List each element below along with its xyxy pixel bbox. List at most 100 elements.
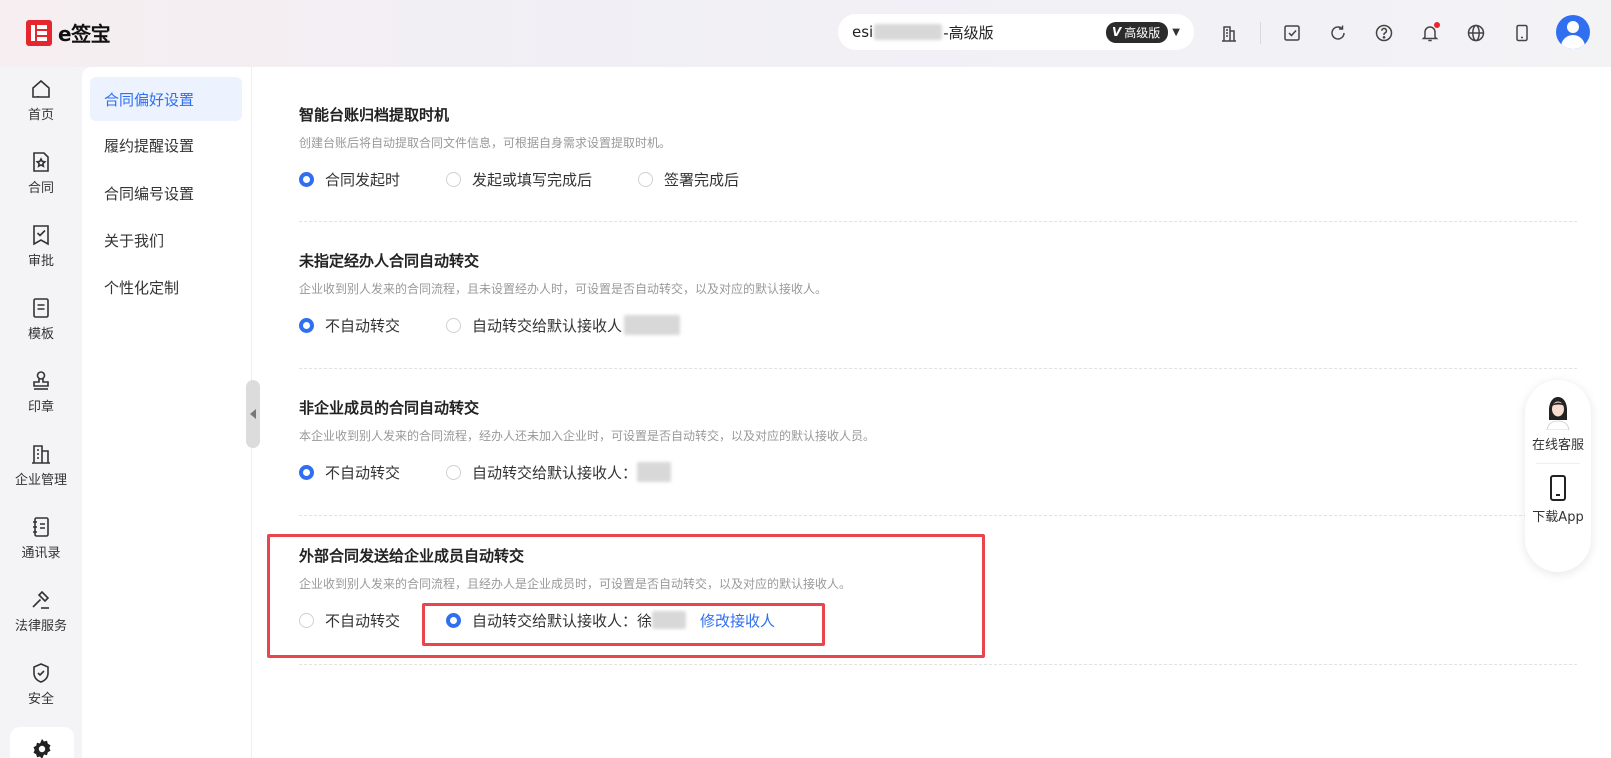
nav-label: 合同 bbox=[27, 181, 54, 196]
nav-item-seal[interactable]: 印章 bbox=[0, 363, 82, 427]
subnav-collapse-handle[interactable] bbox=[246, 380, 260, 448]
radio-label: 合同发起时 bbox=[325, 170, 401, 189]
download-app-button[interactable]: 下载App bbox=[1525, 474, 1591, 525]
radio-label: 发起或填写完成后 bbox=[472, 170, 593, 189]
settings-subnav: 合同偏好设置 履约提醒设置 合同编号设置 关于我们 个性化定制 bbox=[82, 67, 252, 758]
radio-button[interactable] bbox=[299, 464, 314, 480]
receiver-name-redacted bbox=[637, 462, 672, 482]
plan-badge: V 高级版 bbox=[1105, 21, 1169, 43]
radio-button[interactable] bbox=[446, 171, 462, 187]
template-icon bbox=[33, 298, 49, 318]
help-icon[interactable] bbox=[1369, 18, 1399, 48]
online-service-button[interactable]: 在线客服 bbox=[1525, 394, 1591, 453]
radio-option-on-initiate[interactable]: 合同发起时 bbox=[299, 169, 400, 190]
mobile-phone-icon bbox=[1550, 475, 1566, 501]
refresh-icon[interactable] bbox=[1323, 18, 1353, 48]
building-icon[interactable] bbox=[1214, 18, 1244, 48]
nav-label: 模板 bbox=[27, 327, 54, 342]
nav-label: 企业管理 bbox=[14, 473, 67, 488]
receiver-name-redacted bbox=[624, 315, 681, 335]
nav-label: 审批 bbox=[27, 254, 54, 269]
nav-label: 安全 bbox=[27, 692, 54, 707]
section-divider bbox=[299, 664, 1577, 665]
section-desc: 创建台账后将自动提取合同文件信息，可根据自身需求设置提取时机。 bbox=[299, 136, 672, 150]
nav-item-enterprise[interactable]: 企业管理 bbox=[0, 436, 82, 500]
phone-icon[interactable] bbox=[1507, 18, 1537, 48]
radio-label: 自动转交给默认接收人 bbox=[472, 316, 623, 335]
plan-badge-label: 高级版 bbox=[1124, 25, 1161, 40]
radio-option-no-transfer[interactable]: 不自动转交 bbox=[299, 315, 400, 336]
todo-check-icon[interactable] bbox=[1277, 18, 1307, 48]
section-divider bbox=[299, 515, 1577, 516]
nav-label: 首页 bbox=[27, 108, 54, 123]
tenant-switcher[interactable]: esi -高级版 V 高级版 ▼ bbox=[838, 14, 1194, 50]
subnav-item-customization[interactable]: 个性化定制 bbox=[90, 265, 242, 309]
settings-gear-icon bbox=[33, 739, 51, 758]
radio-button[interactable] bbox=[446, 317, 462, 333]
radio-button[interactable] bbox=[299, 171, 314, 187]
plan-badge-mark: V bbox=[1111, 25, 1122, 39]
nav-item-legal[interactable]: 法律服务 bbox=[0, 582, 82, 646]
seal-icon bbox=[33, 371, 49, 390]
app-logo[interactable]: e签宝 bbox=[26, 18, 111, 47]
radio-label: 签署完成后 bbox=[664, 170, 740, 189]
home-icon bbox=[32, 79, 50, 98]
section-divider bbox=[299, 368, 1577, 369]
nav-item-settings[interactable] bbox=[10, 727, 74, 758]
section-desc: 本企业收到别人发来的合同流程，经办人还未加入企业时，可设置是否自动转交，以及对应… bbox=[299, 429, 876, 443]
floating-service-panel: 在线客服 下载App bbox=[1525, 380, 1591, 572]
approval-icon bbox=[33, 225, 49, 246]
nav-label: 法律服务 bbox=[14, 619, 67, 634]
section-desc: 企业收到别人发来的合同流程，且未设置经办人时，可设置是否自动转交，以及对应的默认… bbox=[299, 282, 828, 296]
subnav-item-about-us[interactable]: 关于我们 bbox=[90, 218, 242, 262]
bell-icon[interactable] bbox=[1415, 18, 1445, 48]
nav-item-home[interactable]: 首页 bbox=[0, 71, 82, 135]
chevron-left-icon bbox=[250, 409, 256, 419]
nav-label: 印章 bbox=[27, 400, 54, 415]
subnav-item-contract-numbering[interactable]: 合同编号设置 bbox=[90, 171, 242, 215]
nav-item-approval[interactable]: 审批 bbox=[0, 217, 82, 281]
radio-label: 不自动转交 bbox=[325, 316, 401, 335]
subnav-item-contract-preferences[interactable]: 合同偏好设置 bbox=[90, 77, 242, 121]
radio-button[interactable] bbox=[638, 171, 654, 187]
logo-text: e签宝 bbox=[58, 22, 111, 46]
shield-icon bbox=[33, 663, 49, 683]
toolbar-divider bbox=[1260, 22, 1261, 44]
contract-icon bbox=[33, 152, 49, 172]
radio-option-no-transfer[interactable]: 不自动转交 bbox=[299, 462, 400, 483]
radio-button[interactable] bbox=[299, 317, 314, 333]
radio-option-auto-transfer[interactable]: 自动转交给默认接收人 bbox=[446, 315, 681, 336]
customer-service-avatar-icon bbox=[1546, 397, 1570, 430]
notification-dot bbox=[1434, 22, 1440, 28]
radio-label: 不自动转交 bbox=[325, 463, 401, 482]
section-title: 智能台账归档提取时机 bbox=[299, 106, 450, 124]
nav-item-contract[interactable]: 合同 bbox=[0, 144, 82, 208]
contacts-icon bbox=[33, 517, 49, 537]
section-divider bbox=[299, 221, 1577, 222]
user-avatar[interactable] bbox=[1556, 15, 1590, 49]
globe-icon[interactable] bbox=[1461, 18, 1491, 48]
section-title: 非企业成员的合同自动转交 bbox=[299, 399, 480, 417]
radio-button[interactable] bbox=[446, 464, 462, 480]
nav-item-contacts[interactable]: 通讯录 bbox=[0, 509, 82, 573]
tenant-name-suffix: -高级版 bbox=[943, 23, 994, 42]
enterprise-icon bbox=[32, 445, 50, 464]
section-title: 未指定经办人合同自动转交 bbox=[299, 252, 480, 270]
nav-item-security[interactable]: 安全 bbox=[0, 655, 82, 719]
radio-option-after-sign[interactable]: 签署完成后 bbox=[638, 169, 739, 190]
float-divider bbox=[1536, 463, 1580, 464]
section-unassigned-handler-transfer: 未指定经办人合同自动转交 企业收到别人发来的合同流程，且未设置经办人时，可设置是… bbox=[299, 250, 1577, 336]
radio-option-auto-transfer[interactable]: 自动转交给默认接收人： bbox=[446, 462, 672, 483]
tenant-name-redacted bbox=[874, 24, 943, 40]
radio-option-after-fill[interactable]: 发起或填写完成后 bbox=[446, 169, 592, 190]
download-app-label: 下载App bbox=[1532, 510, 1584, 525]
section-non-member-transfer: 非企业成员的合同自动转交 本企业收到别人发来的合同流程，经办人还未加入企业时，可… bbox=[299, 397, 1577, 483]
legal-icon bbox=[32, 590, 50, 609]
highlight-box-option bbox=[422, 603, 825, 646]
section-ledger-extraction: 智能台账归档提取时机 创建台账后将自动提取合同文件信息，可根据自身需求设置提取时… bbox=[299, 104, 1577, 190]
subnav-item-fulfillment-reminder[interactable]: 履约提醒设置 bbox=[90, 123, 242, 167]
online-service-label: 在线客服 bbox=[1531, 438, 1584, 453]
nav-item-template[interactable]: 模板 bbox=[0, 290, 82, 354]
tenant-name: esi -高级版 bbox=[852, 22, 994, 43]
nav-label: 通讯录 bbox=[21, 546, 61, 561]
